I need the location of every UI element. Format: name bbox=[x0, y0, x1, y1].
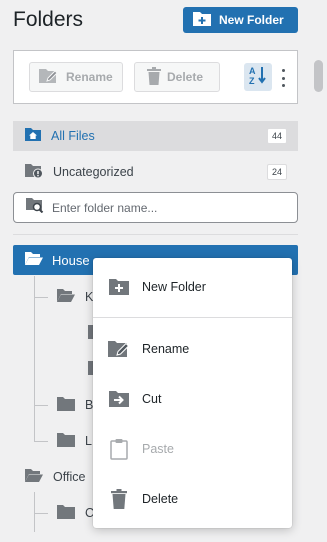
page-title: Folders bbox=[13, 8, 84, 31]
menu-item-label: Paste bbox=[142, 442, 174, 456]
folder-move-icon bbox=[108, 391, 130, 407]
rename-button[interactable]: Rename bbox=[29, 62, 123, 92]
kebab-menu-icon[interactable] bbox=[279, 69, 287, 87]
folder-open-icon bbox=[25, 251, 43, 269]
trash-icon bbox=[147, 66, 161, 88]
svg-text:Z: Z bbox=[249, 76, 255, 85]
menu-item-rename[interactable]: Rename bbox=[93, 331, 292, 367]
delete-button[interactable]: Delete bbox=[134, 62, 220, 92]
folder-icon bbox=[57, 432, 75, 450]
menu-item-label: New Folder bbox=[142, 280, 206, 294]
tree-guide-line bbox=[34, 513, 48, 514]
context-menu: New Folder Rename Cut Paste Delete bbox=[93, 258, 292, 528]
folder-icon bbox=[57, 396, 75, 414]
menu-item-label: Rename bbox=[142, 342, 190, 356]
tree-item-house-label: House bbox=[52, 252, 90, 268]
tree-guide-line bbox=[34, 297, 48, 298]
folder-open-icon bbox=[57, 288, 75, 306]
tree-item[interactable]: C bbox=[57, 502, 94, 524]
tree-guide-line bbox=[34, 441, 48, 442]
sort-button[interactable]: A Z bbox=[244, 63, 272, 91]
menu-item-label: Delete bbox=[142, 492, 179, 506]
menu-item-label: Cut bbox=[142, 392, 162, 406]
menu-item-paste[interactable]: Paste bbox=[93, 431, 292, 467]
sort-az-icon: A Z bbox=[248, 65, 268, 90]
tree-item-label: L bbox=[85, 434, 92, 448]
folder-icon bbox=[57, 504, 75, 522]
folder-search-input[interactable] bbox=[52, 200, 272, 215]
all-files-label: All Files bbox=[51, 129, 95, 143]
rename-label: Rename bbox=[66, 70, 113, 84]
tree-item[interactable]: K bbox=[57, 286, 93, 308]
clipboard-icon bbox=[108, 438, 130, 460]
folder-edit-icon bbox=[108, 340, 130, 358]
scrollbar-thumb[interactable] bbox=[314, 60, 323, 92]
folder-toolbar: Rename Delete A Z bbox=[13, 50, 298, 104]
tree-item[interactable]: L bbox=[57, 430, 92, 452]
new-folder-button[interactable]: New Folder bbox=[183, 7, 298, 33]
menu-item-new-folder[interactable]: New Folder bbox=[93, 269, 292, 305]
menu-item-cut[interactable]: Cut bbox=[93, 381, 292, 417]
folder-search[interactable] bbox=[13, 192, 298, 223]
uncategorized-item[interactable]: Uncategorized 24 bbox=[13, 157, 298, 187]
folder-plus-icon bbox=[192, 11, 212, 30]
tree-guide-line bbox=[34, 276, 35, 441]
svg-text:A: A bbox=[249, 66, 256, 76]
menu-item-delete[interactable]: Delete bbox=[93, 481, 292, 517]
uncategorized-label: Uncategorized bbox=[53, 165, 134, 179]
tree-guide-line bbox=[34, 405, 48, 406]
folder-search-icon bbox=[26, 197, 44, 218]
menu-separator bbox=[93, 317, 292, 318]
tree-item[interactable]: B bbox=[57, 394, 93, 416]
folder-edit-icon bbox=[38, 68, 60, 87]
tree-guide-line bbox=[34, 492, 35, 532]
new-folder-label: New Folder bbox=[219, 13, 284, 27]
folder-info-icon bbox=[25, 163, 43, 181]
all-files-count: 44 bbox=[267, 128, 287, 144]
home-folder-icon bbox=[25, 128, 41, 144]
divider bbox=[13, 234, 298, 235]
trash-icon bbox=[108, 489, 130, 509]
folder-plus-icon bbox=[108, 279, 130, 295]
folder-open-icon bbox=[25, 468, 43, 486]
all-files-item[interactable]: All Files 44 bbox=[13, 121, 298, 151]
tree-item-office[interactable]: Office bbox=[25, 466, 85, 488]
uncategorized-count: 24 bbox=[267, 164, 287, 180]
delete-label: Delete bbox=[167, 70, 204, 84]
tree-item-label: Office bbox=[53, 470, 86, 484]
